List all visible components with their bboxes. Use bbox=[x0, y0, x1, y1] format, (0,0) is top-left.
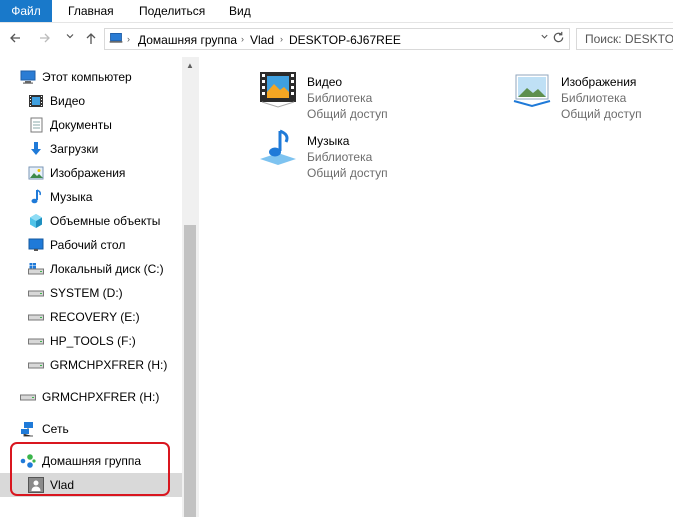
sidebar-item-network[interactable]: Сеть bbox=[0, 417, 182, 441]
tab-share[interactable]: Поделиться bbox=[139, 0, 205, 22]
tile-type: Библиотека bbox=[561, 91, 627, 105]
sidebar-scrollbar[interactable]: ▲ bbox=[182, 57, 198, 517]
forward-button[interactable] bbox=[37, 31, 53, 47]
removable-drive-icon bbox=[20, 394, 36, 401]
sidebar-item-downloads[interactable]: Загрузки bbox=[0, 137, 182, 161]
documents-icon bbox=[30, 117, 43, 133]
sidebar-item-documents[interactable]: Документы bbox=[0, 113, 182, 137]
highlight-frame bbox=[10, 442, 170, 496]
sidebar-item-drive-e[interactable]: RECOVERY (E:) bbox=[0, 305, 182, 329]
tile-name: Изображения bbox=[561, 75, 637, 89]
tab-view[interactable]: Вид bbox=[229, 0, 251, 22]
sidebar-item-label: RECOVERY (E:) bbox=[50, 310, 140, 324]
drive-icon bbox=[28, 338, 44, 345]
sidebar-item-desktop[interactable]: Рабочий стол bbox=[0, 233, 182, 257]
downloads-icon bbox=[31, 142, 41, 155]
tab-home[interactable]: Главная bbox=[68, 0, 114, 22]
sidebar-item-label: Этот компьютер bbox=[42, 70, 132, 84]
drive-icon bbox=[28, 290, 44, 297]
tile-share-status: Общий доступ bbox=[561, 107, 642, 121]
refresh-icon bbox=[553, 31, 564, 43]
video-icon bbox=[29, 95, 43, 107]
tile-type: Библиотека bbox=[307, 91, 373, 105]
3d-objects-icon bbox=[30, 214, 42, 228]
network-icon bbox=[21, 422, 33, 437]
windows-drive-icon bbox=[28, 263, 44, 275]
address-bar[interactable]: › Домашняя группа › Vlad › DESKTOP-6J67R… bbox=[104, 28, 570, 50]
search-input[interactable]: Поиск: DESKTOP-6J67REE bbox=[576, 28, 673, 50]
chevron-down-icon bbox=[66, 34, 74, 39]
computer-icon bbox=[20, 70, 36, 84]
sidebar-item-label: Музыка bbox=[50, 190, 93, 204]
sidebar-item-label: SYSTEM (D:) bbox=[50, 286, 123, 300]
drive-icon bbox=[28, 362, 44, 369]
up-button[interactable] bbox=[83, 31, 99, 47]
recent-locations-button[interactable] bbox=[62, 31, 78, 47]
sidebar-item-drive-c[interactable]: Локальный диск (C:) bbox=[0, 257, 182, 281]
breadcrumb-computer[interactable]: DESKTOP-6J67REE bbox=[289, 33, 401, 47]
pictures-icon bbox=[28, 166, 44, 180]
address-history-dropdown[interactable] bbox=[540, 32, 549, 43]
tile-share-status: Общий доступ bbox=[307, 107, 388, 121]
tile-name: Видео bbox=[307, 75, 343, 89]
sidebar-item-label: Локальный диск (C:) bbox=[50, 262, 164, 276]
ribbon-tabs: Файл Главная Поделиться Вид bbox=[0, 0, 673, 23]
pictures-library-icon bbox=[513, 74, 551, 108]
sidebar-item-drive-h[interactable]: GRMCHPXFRER (H:) bbox=[0, 353, 182, 377]
tile-music-library[interactable]: Музыка Библиотека Общий доступ bbox=[257, 124, 457, 180]
sidebar-item-music[interactable]: Музыка bbox=[0, 185, 182, 209]
sidebar-item-label: Видео bbox=[50, 94, 86, 108]
music-library-icon bbox=[260, 129, 296, 165]
address-row: › Домашняя группа › Vlad › DESKTOP-6J67R… bbox=[0, 23, 673, 57]
sidebar-item-removable-h[interactable]: GRMCHPXFRER (H:) bbox=[0, 385, 182, 409]
sidebar-item-label: GRMCHPXFRER (H:) bbox=[42, 390, 160, 404]
music-icon bbox=[31, 189, 41, 204]
drive-icon bbox=[28, 314, 44, 321]
scrollbar-thumb[interactable] bbox=[184, 225, 196, 517]
content-pane: Видео Библиотека Общий доступ Изображени… bbox=[199, 57, 673, 517]
breadcrumb-homegroup[interactable]: Домашняя группа bbox=[138, 33, 237, 47]
video-library-icon bbox=[260, 72, 296, 108]
sidebar-item-label: Изображения bbox=[50, 166, 126, 180]
tile-name: Музыка bbox=[307, 134, 350, 148]
tile-type: Библиотека bbox=[307, 150, 373, 164]
forward-arrow-icon bbox=[40, 33, 50, 43]
up-arrow-icon bbox=[86, 33, 96, 44]
tab-file[interactable]: Файл bbox=[0, 0, 52, 22]
sidebar-item-label: Документы bbox=[50, 118, 112, 132]
tile-share-status: Общий доступ bbox=[307, 166, 388, 180]
sidebar-item-this-pc[interactable]: Этот компьютер bbox=[0, 65, 182, 89]
sidebar-item-3d-objects[interactable]: Объемные объекты bbox=[0, 209, 182, 233]
back-arrow-icon bbox=[10, 33, 20, 43]
sidebar-item-drive-f[interactable]: HP_TOOLS (F:) bbox=[0, 329, 182, 353]
tile-pictures-library[interactable]: Изображения Библиотека Общий доступ bbox=[511, 65, 673, 121]
sidebar-item-label: HP_TOOLS (F:) bbox=[50, 334, 136, 348]
scroll-up-icon[interactable]: ▲ bbox=[186, 61, 194, 70]
sidebar-item-label: Объемные объекты bbox=[50, 214, 161, 228]
sidebar-item-pictures[interactable]: Изображения bbox=[0, 161, 182, 185]
back-button[interactable] bbox=[7, 31, 23, 47]
chevron-down-icon bbox=[541, 34, 548, 39]
tile-video-library[interactable]: Видео Библиотека Общий доступ bbox=[257, 65, 457, 121]
sidebar-item-video[interactable]: Видео bbox=[0, 89, 182, 113]
sidebar-item-label: Загрузки bbox=[50, 142, 99, 156]
sidebar-item-drive-d[interactable]: SYSTEM (D:) bbox=[0, 281, 182, 305]
breadcrumb-user[interactable]: Vlad bbox=[250, 33, 274, 47]
sidebar-item-label: GRMCHPXFRER (H:) bbox=[50, 358, 168, 372]
sidebar-item-label: Сеть bbox=[42, 422, 69, 436]
sidebar-item-label: Рабочий стол bbox=[50, 238, 126, 252]
refresh-button[interactable] bbox=[552, 31, 565, 47]
desktop-icon bbox=[28, 238, 44, 251]
computer-icon bbox=[109, 33, 123, 43]
